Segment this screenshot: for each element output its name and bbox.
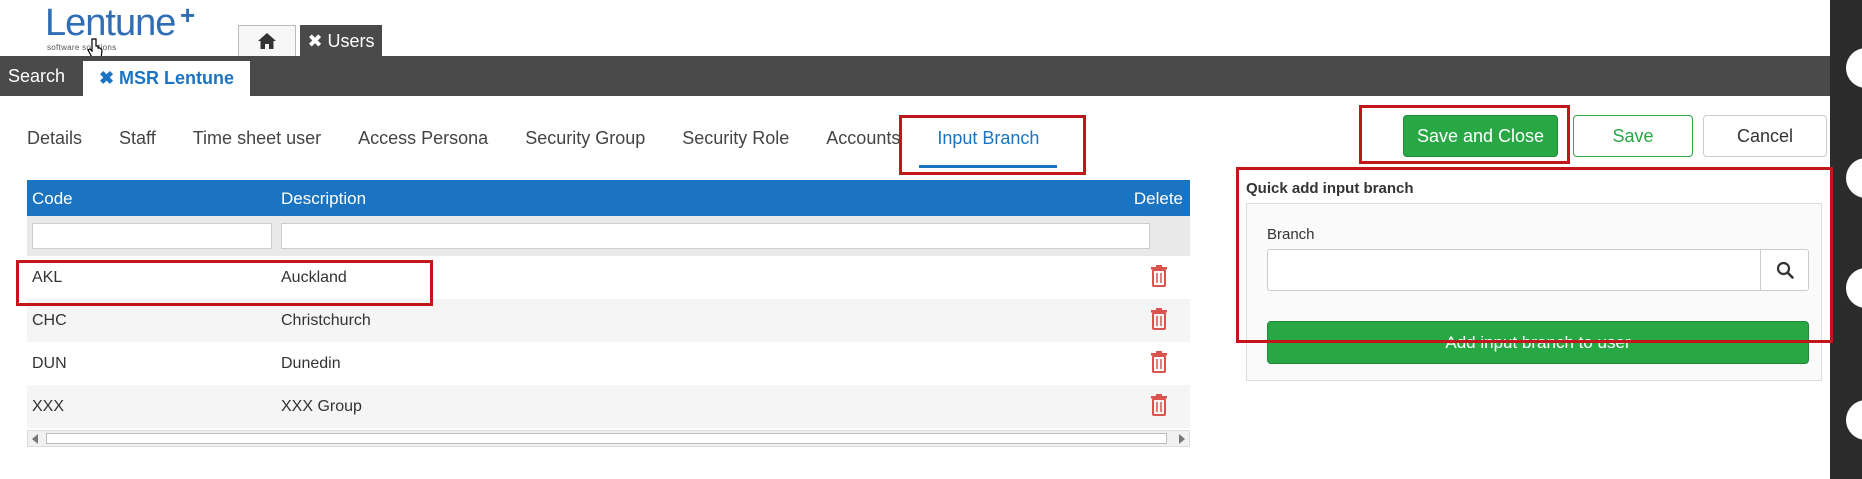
quick-add-title: Quick add input branch — [1246, 180, 1414, 197]
side-avatar-4[interactable] — [1846, 400, 1862, 440]
search-icon — [1776, 261, 1794, 279]
table-row[interactable]: CHC Christchurch — [27, 299, 1190, 342]
side-avatar-1[interactable] — [1846, 48, 1862, 88]
subtab-access-persona[interactable]: Access Persona — [358, 120, 488, 168]
logo-tagline: software solutions — [47, 43, 117, 52]
column-header-delete: Delete — [1133, 189, 1183, 208]
top-tabs: ✖ Users — [238, 25, 382, 56]
logo-text: Lentune — [45, 2, 176, 44]
row-description: XXX Group — [281, 398, 362, 415]
save-button[interactable]: Save — [1573, 115, 1693, 157]
quick-add-panel: Branch Add input branch to user — [1246, 203, 1822, 381]
scroll-left-icon[interactable] — [32, 434, 38, 444]
row-code: XXX — [32, 398, 65, 415]
side-avatar-3[interactable] — [1846, 268, 1862, 308]
trash-icon[interactable] — [1150, 394, 1168, 416]
row-code: AKL — [32, 269, 63, 286]
home-tab[interactable] — [238, 25, 296, 56]
table-row[interactable]: DUN Dunedin — [27, 342, 1190, 385]
branch-label: Branch — [1267, 226, 1315, 243]
table-row[interactable]: AKL Auckland — [27, 256, 1190, 299]
input-branch-grid: Code Description Delete AKL Auckland CHC… — [27, 180, 1190, 447]
row-description: Christchurch — [281, 312, 371, 329]
trash-icon[interactable] — [1150, 308, 1168, 330]
scrollbar-thumb[interactable] — [46, 433, 1167, 444]
subtab-accounts[interactable]: Accounts — [826, 120, 900, 168]
home-icon — [258, 33, 276, 49]
description-filter-input[interactable] — [281, 223, 1150, 249]
subtab-security-group[interactable]: Security Group — [525, 120, 645, 168]
subtab-input-branch[interactable]: Input Branch — [919, 120, 1058, 168]
side-avatar-2[interactable] — [1846, 158, 1862, 198]
lentune-logo[interactable]: Lentune + software solutions — [45, 0, 195, 52]
users-tab[interactable]: ✖ Users — [300, 25, 382, 56]
row-code: DUN — [32, 355, 67, 372]
save-and-close-button[interactable]: Save and Close — [1403, 115, 1558, 157]
trash-icon[interactable] — [1150, 351, 1168, 373]
column-header-code[interactable]: Code — [32, 189, 73, 209]
code-filter-input[interactable] — [32, 223, 272, 249]
record-subtabs: Details Staff Time sheet user Access Per… — [27, 120, 1094, 168]
record-tab-msr-lentune[interactable]: ✖ MSR Lentune — [83, 61, 250, 96]
branch-search-button[interactable] — [1760, 249, 1809, 291]
right-side-strip — [1830, 0, 1862, 479]
row-description: Dunedin — [281, 355, 341, 372]
navbar: Search ✖ MSR Lentune — [0, 56, 1830, 96]
subtab-staff[interactable]: Staff — [119, 120, 156, 168]
column-header-description[interactable]: Description — [281, 189, 366, 209]
nav-search[interactable]: Search — [8, 56, 65, 96]
grid-header: Code Description Delete — [27, 180, 1190, 216]
trash-icon[interactable] — [1150, 265, 1168, 287]
add-input-branch-button[interactable]: Add input branch to user — [1267, 321, 1809, 364]
filter-row — [27, 216, 1190, 256]
table-row[interactable]: XXX XXX Group — [27, 385, 1190, 428]
subtab-details[interactable]: Details — [27, 120, 82, 168]
row-description: Auckland — [281, 269, 347, 286]
horizontal-scrollbar[interactable] — [27, 430, 1190, 447]
row-code: CHC — [32, 312, 67, 329]
subtab-security-role[interactable]: Security Role — [682, 120, 789, 168]
subtab-time-sheet-user[interactable]: Time sheet user — [193, 120, 321, 168]
branch-input[interactable] — [1267, 249, 1761, 291]
scroll-right-icon[interactable] — [1179, 434, 1185, 444]
logo-plus: + — [180, 0, 196, 30]
cancel-button[interactable]: Cancel — [1703, 115, 1827, 157]
